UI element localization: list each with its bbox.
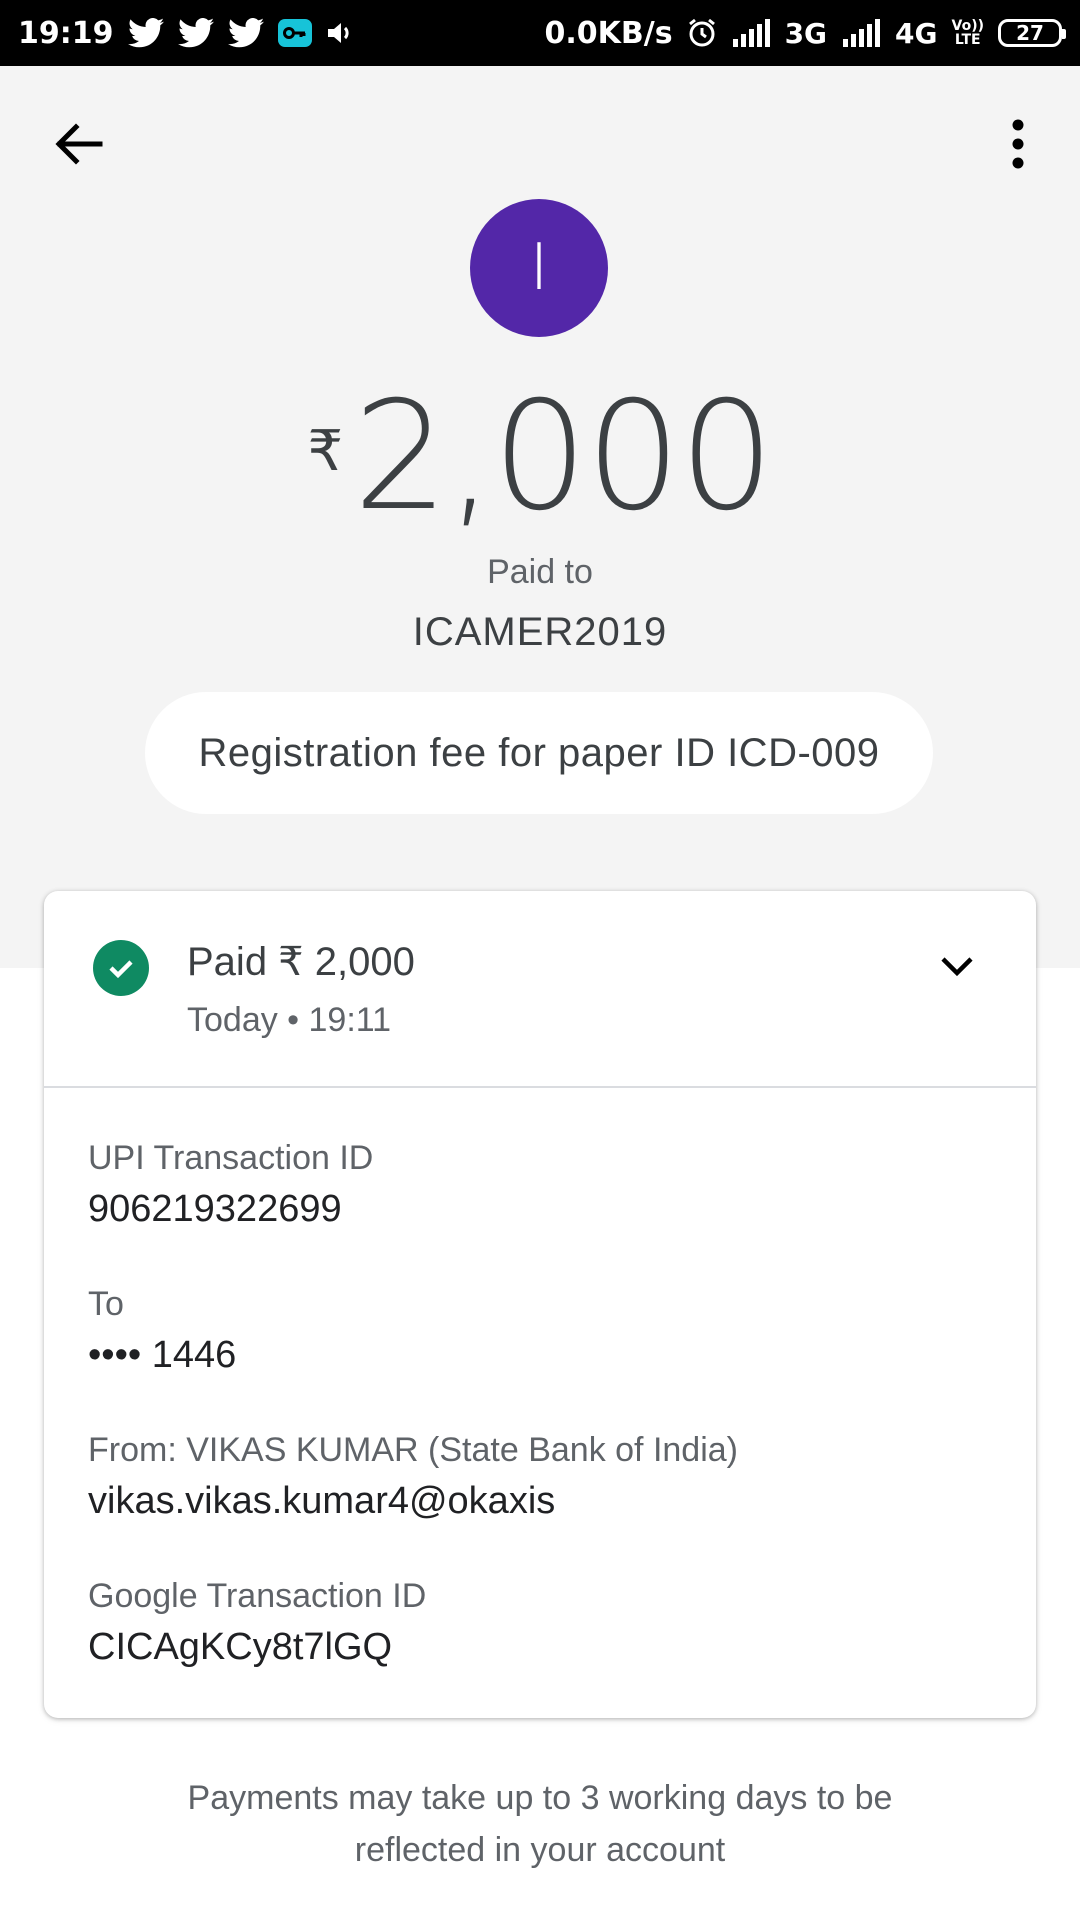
upi-transaction-id-value: 906219322699 (88, 1188, 342, 1230)
currency-symbol: ₹ (307, 419, 344, 482)
clock: 19:19 (18, 15, 114, 51)
google-transaction-id-value: CICAgKCy8t7lGQ (88, 1626, 393, 1668)
signal-icon (841, 19, 881, 47)
paid-to-label: Paid to (487, 553, 593, 591)
signal-icon (731, 19, 771, 47)
footer-note: Payments may take up to 3 working days t… (0, 1772, 1080, 1876)
status-time: Today • 19:11 (187, 1001, 392, 1039)
transaction-status-header[interactable]: Paid ₹ 2,000 Today • 19:11 (44, 891, 1036, 1088)
avatar-initial: I (529, 231, 549, 305)
twitter-icon (177, 18, 214, 48)
check-circle-icon (93, 940, 149, 996)
network-3g: 3G (784, 16, 828, 50)
avatar: I (470, 199, 608, 337)
more-vert-icon[interactable] (1000, 116, 1036, 172)
status-title: Paid ₹ 2,000 (187, 940, 415, 984)
battery-icon: 27 (998, 19, 1066, 47)
google-transaction-id-label: Google Transaction ID (88, 1577, 427, 1615)
arrow-back-icon[interactable] (50, 116, 106, 172)
upi-transaction-id-label: UPI Transaction ID (88, 1139, 374, 1177)
status-bar: 19:19 0.0KB/s 3G 4G Vo)) LTE 27 (0, 0, 1080, 66)
alarm-icon (687, 18, 717, 48)
net-speed: 0.0KB/s (544, 15, 673, 51)
twitter-icon (127, 18, 164, 48)
payee-name: ICAMER2019 (412, 610, 668, 654)
volte-top: Vo)) (951, 18, 984, 34)
twitter-icon (227, 18, 264, 48)
footer-note-line-1: Payments may take up to 3 working days t… (187, 1779, 893, 1817)
transaction-card: Paid ₹ 2,000 Today • 19:11 UPI Transacti… (44, 891, 1036, 1718)
network-4g: 4G (895, 16, 938, 50)
to-value: •••• 1446 (88, 1334, 237, 1376)
from-label: From: VIKAS KUMAR (State Bank of India) (88, 1431, 739, 1469)
status-bar-left: 19:19 (18, 16, 354, 51)
volume-icon (326, 20, 354, 46)
from-value: vikas.vikas.kumar4@okaxis (88, 1480, 556, 1522)
payment-note-text: Registration fee for paper ID ICD-009 (198, 730, 880, 775)
amount-value: 2,000 (353, 370, 774, 544)
status-bar-right: 0.0KB/s 3G 4G Vo)) LTE 27 (544, 15, 1066, 51)
amount: ₹2,000 (0, 370, 1080, 544)
volte-indicator: Vo)) LTE (952, 19, 984, 47)
chevron-down-icon[interactable] (937, 946, 977, 986)
to-label: To (88, 1285, 124, 1323)
footer-note-line-2: reflected in your account (354, 1831, 726, 1869)
volte-bottom: LTE (954, 32, 981, 48)
battery-level: 27 (1016, 21, 1044, 45)
payment-note: Registration fee for paper ID ICD-009 (145, 692, 933, 814)
vpn-key-icon (277, 19, 312, 47)
